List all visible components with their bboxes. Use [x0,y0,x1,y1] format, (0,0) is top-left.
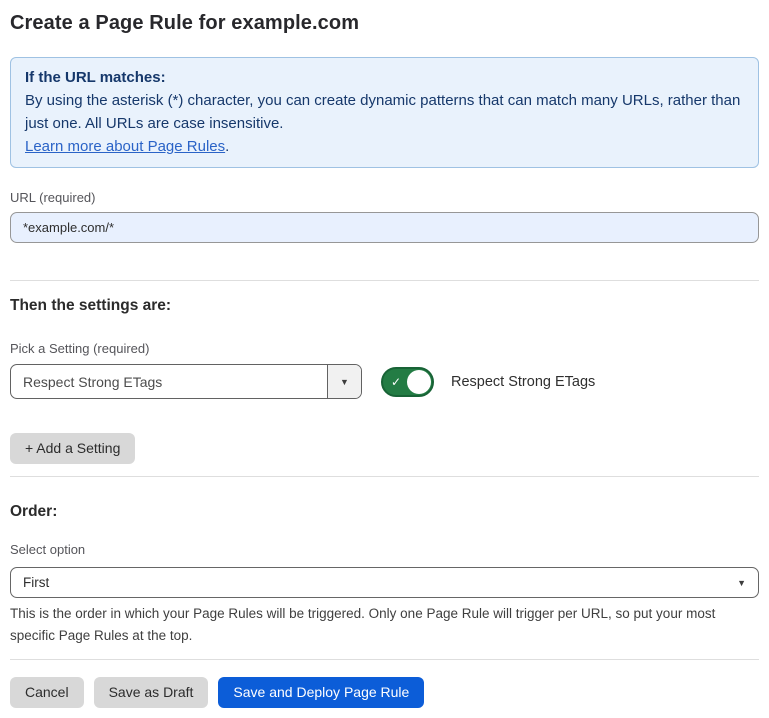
url-field-label: URL (required) [10,190,759,206]
order-divider [10,476,759,477]
etags-toggle[interactable]: ✓ [381,367,434,397]
info-box-link-line: Learn more about Page Rules. [25,135,744,158]
url-input[interactable] [10,212,759,243]
save-deploy-button[interactable]: Save and Deploy Page Rule [218,677,424,708]
section-divider [10,280,759,281]
pick-setting-label: Pick a Setting (required) [10,341,759,357]
info-box-body: By using the asterisk (*) character, you… [25,89,744,135]
order-section-heading: Order: [10,502,759,522]
learn-more-link[interactable]: Learn more about Page Rules [25,138,225,155]
chevron-down-icon: ▼ [737,578,746,588]
actions-divider [10,659,759,660]
order-select-value: First [23,575,49,590]
add-setting-button[interactable]: + Add a Setting [10,433,135,464]
setting-select[interactable]: Respect Strong ETags ▼ [10,364,362,399]
actions-row: Cancel Save as Draft Save and Deploy Pag… [10,677,759,708]
chevron-down-icon[interactable]: ▼ [327,365,361,398]
select-option-label: Select option [10,542,759,558]
order-help-text: This is the order in which your Page Rul… [10,603,759,647]
info-box-heading: If the URL matches: [25,66,744,89]
toggle-knob [407,370,431,394]
cancel-button[interactable]: Cancel [10,677,84,708]
link-period: . [225,138,229,155]
check-icon: ✓ [391,375,401,389]
page-title: Create a Page Rule for example.com [10,10,759,36]
settings-section-heading: Then the settings are: [10,296,759,316]
save-draft-button[interactable]: Save as Draft [94,677,209,708]
setting-select-value: Respect Strong ETags [11,365,327,398]
url-matches-info-box: If the URL matches: By using the asteris… [10,57,759,168]
order-select[interactable]: First ▼ [10,567,759,598]
etags-toggle-label: Respect Strong ETags [451,374,595,390]
setting-row: Respect Strong ETags ▼ ✓ Respect Strong … [10,364,759,399]
